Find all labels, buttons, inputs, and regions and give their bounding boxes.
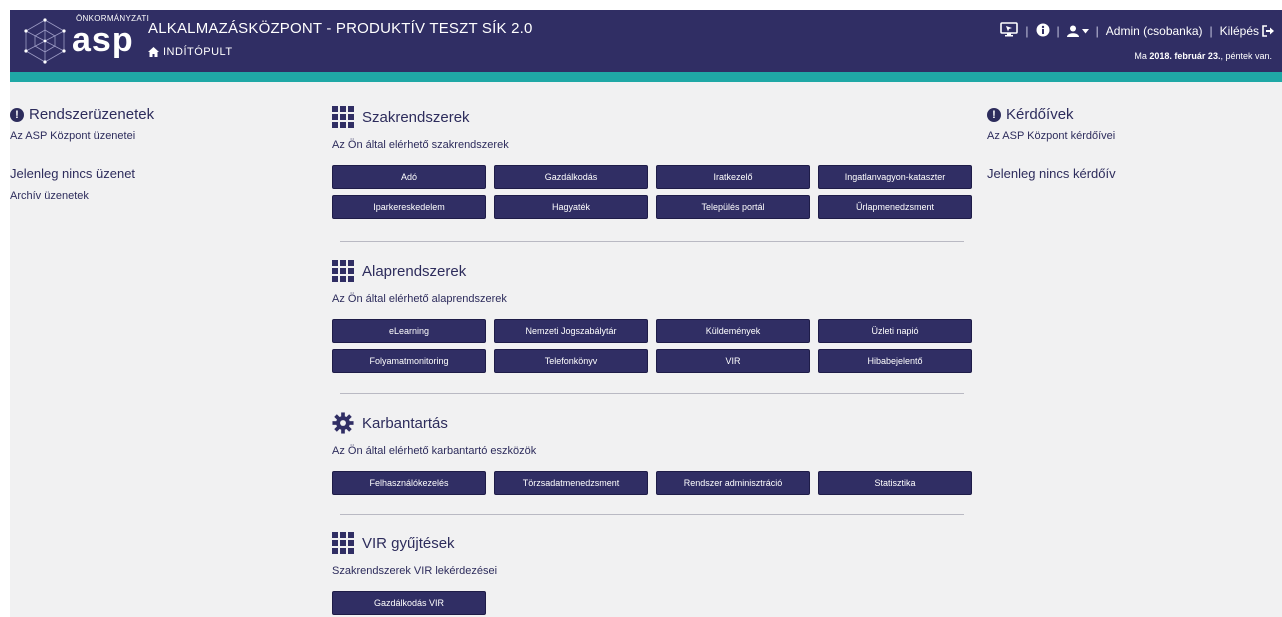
top-bar: ÖNKORMÁNYZATI asp ALKALMAZÁSKÖZPONT - PR… — [10, 10, 1282, 72]
accent-stripe — [10, 72, 1282, 82]
section-subtitle: Az Ön által elérhető karbantartó eszközö… — [332, 445, 537, 457]
exclamation-icon: ! — [987, 107, 1001, 122]
logout-button[interactable]: Kilépés — [1220, 24, 1274, 38]
home-link[interactable]: INDÍTÓPULT — [148, 46, 233, 58]
app-button-telepules-portal[interactable]: Település portál — [656, 195, 810, 219]
messages-title: Rendszerüzenetek — [29, 106, 155, 123]
app-button-vir[interactable]: VIR — [656, 349, 810, 373]
surveys-panel: ! Kérdőívek Az ASP Központ kérdőívei Jel… — [987, 106, 1267, 181]
separator: | — [1025, 24, 1029, 38]
monitor-icon — [1000, 22, 1019, 37]
top-right-menu: | | | Admin (csobanka) | Kilépés — [1000, 22, 1274, 40]
app-button-hagyatek[interactable]: Hagyaték — [494, 195, 648, 219]
app-button-felhasznalokezeles[interactable]: Felhasználókezelés — [332, 471, 486, 495]
section-title: Karbantartás — [362, 414, 448, 432]
user-name[interactable]: Admin (csobanka) — [1106, 24, 1203, 38]
messages-subtitle: Az ASP Központ üzenetei — [10, 130, 136, 142]
asp-logo[interactable]: ÖNKORMÁNYZATI asp — [20, 14, 149, 68]
app-button-folyamatmonitoring[interactable]: Folyamatmonitoring — [332, 349, 486, 373]
app-button-ado[interactable]: Adó — [332, 165, 486, 189]
logout-label: Kilépés — [1219, 24, 1259, 38]
section-karbantartas: Karbantartás Az Ön által elérhető karban… — [332, 410, 972, 495]
home-link-label: INDÍTÓPULT — [163, 46, 233, 58]
messages-empty-text: Jelenleg nincs üzenet — [10, 166, 136, 181]
section-subtitle: Szakrendszerek VIR lekérdezései — [332, 565, 498, 577]
messages-panel: ! Rendszerüzenetek Az ASP Központ üzenet… — [10, 106, 290, 204]
app-button-uzleti-naplo[interactable]: Üzleti napió — [818, 319, 972, 343]
section-divider — [340, 514, 964, 515]
section-header: Szakrendszerek — [332, 104, 972, 130]
date-prefix: Ma — [1134, 51, 1147, 61]
app-button-telefonkonyv[interactable]: Telefonkönyv — [494, 349, 648, 373]
logo-network-icon — [24, 18, 66, 64]
user-icon — [1066, 25, 1079, 37]
archive-messages-link[interactable]: Archív üzenetek — [10, 190, 89, 202]
app-button-rendszer-adminisztracio[interactable]: Rendszer adminisztráció — [656, 471, 810, 495]
user-menu-button[interactable] — [1066, 25, 1089, 37]
surveys-title: Kérdőívek — [1006, 106, 1074, 123]
separator: | — [1095, 24, 1099, 38]
grid-icon — [332, 532, 354, 554]
app-button-ingatlanvagyon[interactable]: Ingatlanvagyon-kataszter — [818, 165, 972, 189]
app-frame: ÖNKORMÁNYZATI asp ALKALMAZÁSKÖZPONT - PR… — [10, 10, 1282, 617]
surveys-title-row: ! Kérdőívek — [987, 106, 1267, 123]
grid-icon — [332, 260, 354, 282]
button-grid: Adó Gazdálkodás Iratkezelő Ingatlanvagyo… — [332, 165, 972, 219]
app-button-gazdalkodas-vir[interactable]: Gazdálkodás VIR — [332, 591, 486, 615]
separator: | — [1209, 24, 1213, 38]
gear-icon — [332, 412, 354, 434]
section-header: Alaprendszerek — [332, 258, 972, 284]
section-subtitle: Az Ön által elérhető alaprendszerek — [332, 293, 507, 305]
logout-icon — [1262, 25, 1274, 37]
app-button-iratkezelo[interactable]: Iratkezelő — [656, 165, 810, 189]
app-button-jogszabalytar[interactable]: Nemzeti Jogszabálytár — [494, 319, 648, 343]
messages-title-row: ! Rendszerüzenetek — [10, 106, 290, 123]
app-title: ALKALMAZÁSKÖZPONT - PRODUKTÍV TESZT SÍK … — [148, 20, 533, 37]
surveys-empty-text: Jelenleg nincs kérdőív — [987, 166, 1116, 181]
button-grid: Felhasználókezelés Törzsadatmenedzsment … — [332, 471, 972, 495]
app-button-elearning[interactable]: eLearning — [332, 319, 486, 343]
logo-big-text: asp — [72, 21, 134, 59]
app-button-hibabejelento[interactable]: Hibabejelentő — [818, 349, 972, 373]
section-szakrendszerek: Szakrendszerek Az Ön által elérhető szak… — [332, 104, 972, 219]
monitor-button[interactable] — [1000, 22, 1019, 40]
surveys-subtitle: Az ASP Központ kérdőívei — [987, 130, 1116, 142]
section-divider — [340, 393, 964, 394]
app-button-statisztika[interactable]: Statisztika — [818, 471, 972, 495]
grid-icon — [332, 106, 354, 128]
section-title: Szakrendszerek — [362, 108, 470, 126]
info-icon — [1036, 23, 1050, 36]
info-button[interactable] — [1036, 23, 1050, 40]
section-title: Alaprendszerek — [362, 262, 467, 280]
exclamation-icon: ! — [10, 107, 24, 122]
section-subtitle: Az Ön által elérhető szakrendszerek — [332, 139, 509, 151]
app-button-iparkereskedelem[interactable]: Iparkereskedelem — [332, 195, 486, 219]
date-value: 2018. február 23. — [1149, 51, 1221, 61]
home-icon — [148, 47, 159, 57]
section-header: VIR gyűjtések — [332, 530, 972, 556]
date-suffix: , péntek van. — [1220, 51, 1272, 61]
section-title: VIR gyűjtések — [362, 534, 455, 552]
button-grid: Gazdálkodás VIR — [332, 591, 972, 615]
section-vir-gyujtesek: VIR gyűjtések Szakrendszerek VIR lekérde… — [332, 530, 972, 615]
date-line: Ma 2018. február 23., péntek van. — [1134, 51, 1272, 61]
app-button-kuldemenyek[interactable]: Küldemények — [656, 319, 810, 343]
app-button-torzsadatmenedzsment[interactable]: Törzsadatmenedzsment — [494, 471, 648, 495]
section-header: Karbantartás — [332, 410, 972, 436]
app-button-gazdalkodas[interactable]: Gazdálkodás — [494, 165, 648, 189]
section-alaprendszerek: Alaprendszerek Az Ön által elérhető alap… — [332, 258, 972, 373]
caret-down-icon — [1081, 28, 1089, 33]
section-divider — [340, 241, 964, 242]
app-button-urlapmenedzsment[interactable]: Űrlapmenedzsment — [818, 195, 972, 219]
separator: | — [1056, 24, 1060, 38]
button-grid: eLearning Nemzeti Jogszabálytár Küldemén… — [332, 319, 972, 373]
